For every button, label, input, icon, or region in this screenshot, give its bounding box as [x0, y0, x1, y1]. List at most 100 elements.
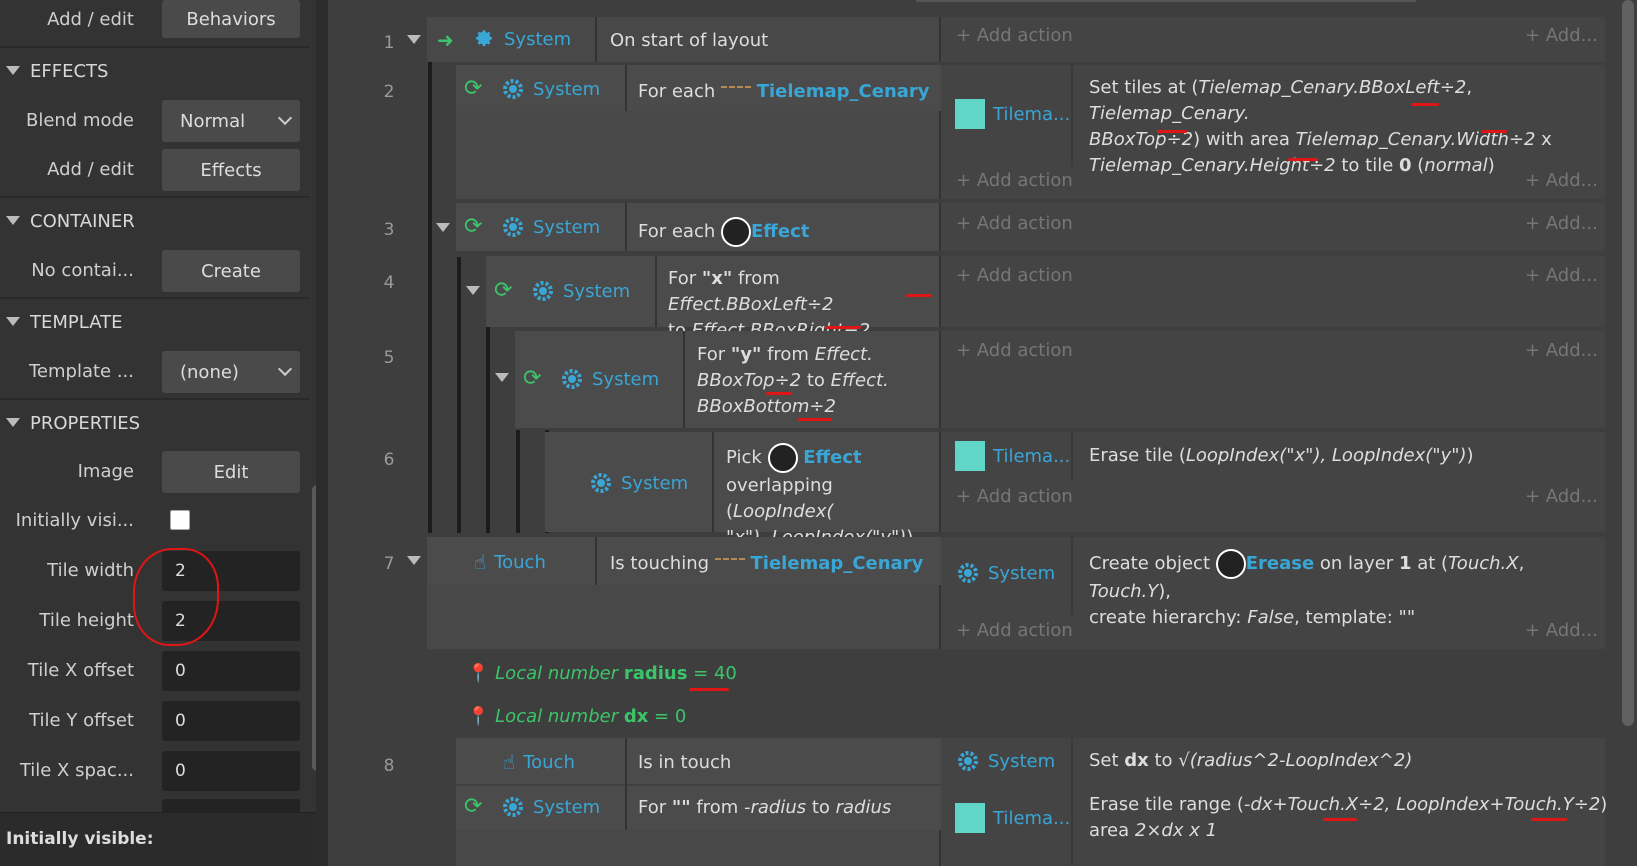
condition-text[interactable]: Is touching Tielemap_Cenary: [610, 551, 923, 577]
collapse-triangle-icon: [6, 418, 20, 427]
loop-icon: ⟳: [464, 214, 483, 239]
local-variable-dx[interactable]: 📍 Local number dx = 0: [467, 706, 686, 727]
add-more-button[interactable]: + Add...: [1525, 340, 1598, 361]
tile-width-label: Tile width: [47, 560, 134, 581]
add-more-button[interactable]: + Add...: [1525, 265, 1598, 286]
gear-icon: [476, 30, 492, 47]
tilemap-object[interactable]: Tilema...: [955, 99, 1070, 129]
property-description-footer: Initially visible:: [0, 812, 330, 866]
effects-section-header[interactable]: EFFECTS: [0, 49, 310, 93]
system-object[interactable]: System: [560, 367, 659, 391]
action-text[interactable]: Set tiles at (Tielemap_Cenary.BBoxLeft÷2…: [1089, 75, 1594, 179]
tile-y-offset-label: Tile Y offset: [29, 710, 134, 731]
action-text[interactable]: Create object Erease on layer 1 at (Touc…: [1089, 549, 1599, 631]
initially-visible-label: Initially visi...: [15, 510, 134, 531]
add-action-button[interactable]: + Add action: [956, 25, 1073, 46]
collapse-toggle-icon[interactable]: [466, 286, 480, 295]
condition-text[interactable]: For each Tielemap_Cenary: [638, 79, 930, 105]
add-more-button[interactable]: + Add...: [1525, 25, 1598, 46]
container-section-header[interactable]: CONTAINER: [0, 199, 310, 243]
touch-object[interactable]: ☝ Touch: [503, 750, 575, 774]
system-object[interactable]: System: [956, 561, 1055, 585]
annotation-underline: [1531, 818, 1567, 821]
divider: [655, 256, 657, 327]
add-action-button[interactable]: + Add action: [956, 340, 1073, 361]
touch-object[interactable]: ☝ Touch: [474, 550, 546, 574]
divider: [595, 17, 597, 62]
event-number: 2: [383, 82, 395, 102]
action-text[interactable]: Set dx to √(radius^2-LoopIndex^2): [1089, 748, 1412, 774]
add-action-button[interactable]: + Add action: [956, 620, 1073, 641]
system-object[interactable]: System: [472, 27, 571, 51]
event-number: 8: [383, 756, 395, 776]
collapse-toggle-icon[interactable]: [407, 556, 421, 565]
annotation-underline: [798, 418, 832, 421]
divider: [0, 196, 310, 198]
collapse-triangle-icon: [6, 317, 20, 326]
collapse-toggle-icon[interactable]: [436, 223, 450, 232]
initially-visible-checkbox[interactable]: [170, 510, 190, 530]
condition-text[interactable]: Pick Effectoverlapping (LoopIndex("x"), …: [726, 443, 941, 551]
condition-text[interactable]: Is in touch: [638, 750, 731, 776]
condition-text[interactable]: For "" from -radius to radius: [638, 795, 891, 821]
gear-icon: [533, 281, 553, 301]
tile-y-offset-input[interactable]: 0: [162, 701, 300, 741]
template-select[interactable]: (none): [162, 351, 300, 393]
template-section-header[interactable]: TEMPLATE: [0, 300, 310, 344]
tile-x-spacing-input[interactable]: 0: [162, 751, 300, 791]
add-action-button[interactable]: + Add action: [956, 213, 1073, 234]
sheet-scrollbar[interactable]: [1622, 0, 1634, 726]
add-more-button[interactable]: + Add...: [1525, 170, 1598, 191]
annotation-underline: [766, 392, 792, 395]
add-more-button[interactable]: + Add...: [1525, 620, 1598, 641]
system-object[interactable]: System: [956, 749, 1055, 773]
system-object[interactable]: System: [501, 795, 600, 819]
loop-icon: ⟳: [464, 76, 483, 101]
divider: [0, 46, 310, 48]
condition-text[interactable]: For each Effect: [638, 217, 809, 247]
blend-mode-label: Blend mode: [25, 110, 134, 131]
annotation-underline: [1481, 130, 1507, 133]
behaviors-button[interactable]: Behaviors: [162, 0, 300, 38]
collapse-toggle-icon[interactable]: [407, 35, 421, 44]
system-object[interactable]: System: [501, 215, 600, 239]
effect-sprite-icon: [767, 443, 798, 473]
divider: [683, 331, 685, 428]
divider: [0, 297, 310, 299]
image-label: Image: [77, 461, 134, 482]
local-variable-radius[interactable]: 📍 Local number radius = 40: [467, 663, 737, 684]
action-text[interactable]: Erase tile (LoopIndex("x"), LoopIndex("y…: [1089, 443, 1474, 469]
system-object[interactable]: System: [589, 471, 688, 495]
add-more-button[interactable]: + Add...: [1525, 213, 1598, 234]
effects-add-label: Add / edit: [47, 159, 134, 180]
effects-button[interactable]: Effects: [162, 149, 300, 191]
add-action-button[interactable]: + Add action: [956, 486, 1073, 507]
collapse-toggle-icon[interactable]: [495, 373, 509, 382]
tile-x-offset-input[interactable]: 0: [162, 651, 300, 691]
divider: [625, 65, 627, 111]
add-action-button[interactable]: + Add action: [956, 265, 1073, 286]
nesting-bar: [457, 257, 461, 533]
next-property-input[interactable]: [162, 799, 300, 812]
gear-icon: [958, 563, 978, 583]
tilemap-object[interactable]: Tilema...: [955, 441, 1070, 471]
create-container-button[interactable]: Create: [162, 250, 300, 292]
condition-text[interactable]: On start of layout: [610, 28, 768, 54]
edit-image-button[interactable]: Edit: [162, 451, 300, 493]
touch-hand-icon: ☝: [474, 550, 487, 574]
nesting-bar: [428, 60, 432, 533]
event-number: 5: [383, 348, 395, 368]
tilemap-icon: [955, 803, 985, 833]
tilemap-object[interactable]: Tilema...: [955, 803, 1070, 833]
blend-mode-select[interactable]: Normal: [162, 100, 300, 142]
add-action-button[interactable]: + Add action: [956, 170, 1073, 191]
gear-icon: [562, 369, 582, 389]
gear-icon: [503, 797, 523, 817]
properties-section-header[interactable]: PROPERTIES: [0, 401, 310, 445]
behaviors-label: Add / edit: [47, 9, 134, 30]
system-object[interactable]: System: [501, 77, 600, 101]
system-object[interactable]: System: [531, 279, 630, 303]
condition-text[interactable]: For "y" from Effect. BBoxTop÷2 to Effect.…: [697, 342, 937, 420]
collapse-triangle-icon: [6, 66, 20, 75]
add-more-button[interactable]: + Add...: [1525, 486, 1598, 507]
